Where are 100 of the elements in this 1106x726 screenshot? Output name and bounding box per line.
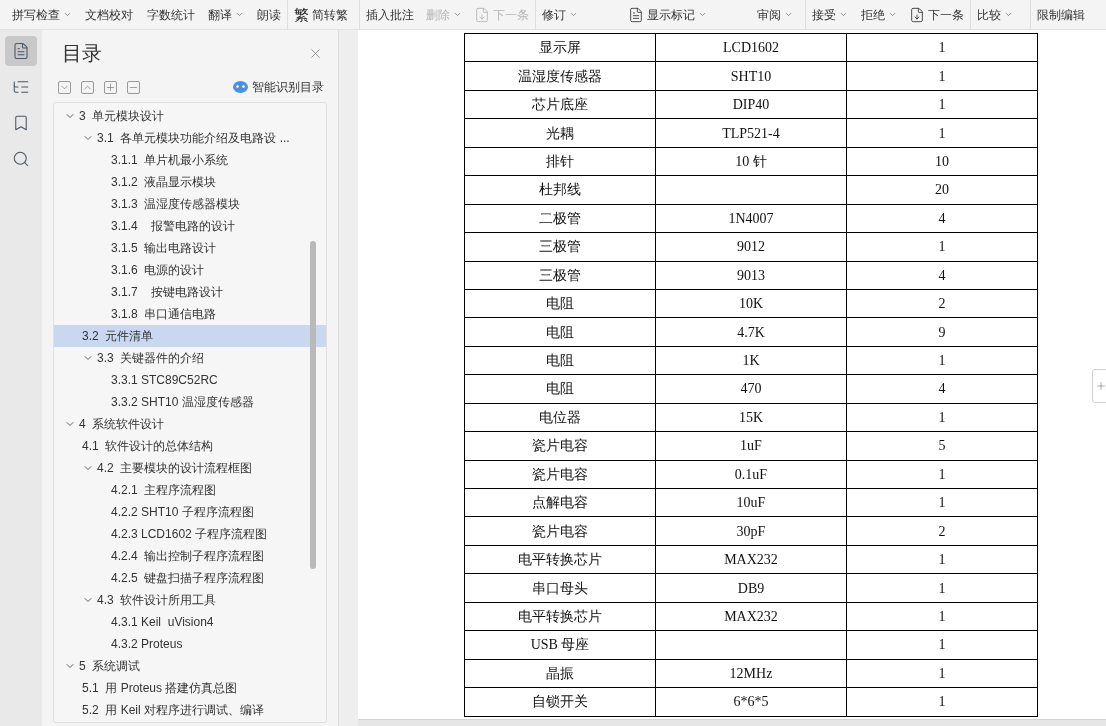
toolbar-button[interactable]: 拼写检查 bbox=[10, 3, 74, 26]
table-cell: 4 bbox=[938, 381, 946, 397]
plus-icon[interactable] bbox=[104, 80, 117, 94]
expand-up-icon[interactable] bbox=[81, 80, 94, 94]
toolbar-button[interactable]: 下一条 bbox=[907, 3, 966, 26]
toolbar-button[interactable]: 字数统计 bbox=[144, 3, 197, 26]
toc-item[interactable]: 3.1 各单元模块功能介绍及电路设 ... bbox=[54, 127, 326, 149]
toc-item[interactable]: 4.2.4 输出控制子程序流程图 bbox=[54, 545, 326, 567]
table-cell: 排针 bbox=[546, 153, 574, 169]
add-icon[interactable] bbox=[1092, 369, 1106, 403]
toc-item[interactable]: 4.3 软件设计所用工具 bbox=[54, 589, 326, 611]
table-cell: 瓷片电容 bbox=[532, 438, 588, 454]
toolbar-button[interactable]: 文档校对 bbox=[83, 3, 136, 26]
table-cell: 4 bbox=[938, 210, 946, 226]
toc-item[interactable]: 4.2.2 SHT10 子程序流程图 bbox=[54, 501, 326, 523]
toc-item[interactable]: 3.1.7 按键电路设计 bbox=[54, 281, 326, 303]
toolbar-button[interactable]: 修订 bbox=[540, 3, 580, 26]
minus-icon[interactable] bbox=[127, 80, 140, 94]
toc-item[interactable]: 4.3.2 Proteus bbox=[54, 633, 326, 655]
table-cell: 电位器 bbox=[539, 409, 581, 425]
bookmark-icon bbox=[12, 114, 30, 132]
toc-item[interactable]: 4.2 主要模块的设计流程框图 bbox=[54, 457, 326, 479]
document-flag-icon bbox=[628, 6, 644, 23]
table-cell: 三极管 bbox=[539, 239, 581, 255]
table-cell: 10 针 bbox=[735, 153, 767, 169]
table-cell: 0.1uF bbox=[734, 466, 768, 482]
table-cell: 20 bbox=[935, 182, 949, 198]
table-cell: MAX232 bbox=[724, 552, 778, 568]
toolbar-button[interactable]: 显示标记 bbox=[626, 3, 709, 26]
glyph-icon: 繁 bbox=[294, 7, 309, 22]
toc-item[interactable]: 3.1.2 液晶显示模块 bbox=[54, 171, 326, 193]
table-cell: 30pF bbox=[736, 523, 766, 539]
table-cell: 1 bbox=[938, 637, 946, 653]
scrollbar-thumb[interactable] bbox=[310, 241, 316, 569]
table-cell: 1 bbox=[938, 40, 946, 56]
table-cell: 温湿度传感器 bbox=[518, 68, 602, 84]
toolbar-button[interactable]: 插入批注 bbox=[364, 3, 416, 26]
document-arrow-icon bbox=[474, 6, 490, 23]
table-cell: 电阻 bbox=[546, 353, 574, 369]
table-cell: 1 bbox=[938, 580, 946, 596]
toolbar-button[interactable]: 接受 bbox=[810, 3, 850, 26]
table-cell: 1K bbox=[742, 353, 760, 369]
collapse-all-icon[interactable] bbox=[58, 80, 71, 94]
table-cell: 1 bbox=[938, 239, 946, 255]
toc-item[interactable]: 3.1.3 温湿度传感器模块 bbox=[54, 193, 326, 215]
table-cell: 6*6*5 bbox=[733, 694, 769, 710]
toc-item[interactable]: 3 单元模块设计 bbox=[54, 105, 326, 127]
table-cell: DB9 bbox=[737, 580, 765, 596]
toc-item[interactable]: 3.1.8 串口通信电路 bbox=[54, 303, 326, 325]
table-cell: 二极管 bbox=[539, 210, 581, 226]
table-cell: 芯片底座 bbox=[532, 97, 588, 113]
toc-item[interactable]: 5.2 用 Keil 对程序进行调试、编译 bbox=[54, 699, 326, 721]
table-cell: 串口母头 bbox=[532, 580, 588, 596]
toc-item[interactable]: 4 系统软件设计 bbox=[54, 413, 326, 435]
table-cell: 9013 bbox=[737, 267, 765, 283]
toc-item[interactable]: 4.3.1 Keil uVision4 bbox=[54, 611, 326, 633]
toolbar-button[interactable]: 审阅 bbox=[755, 3, 795, 26]
outline-icon bbox=[12, 78, 30, 96]
toc-item[interactable]: 4.1 软件设计的总体结构 bbox=[54, 435, 326, 457]
search-icon bbox=[12, 150, 30, 168]
toc-item[interactable]: 3.1.1 单片机最小系统 bbox=[54, 149, 326, 171]
toolbar-button[interactable]: 比较 bbox=[975, 3, 1015, 26]
table-cell: 4.7K bbox=[737, 324, 765, 340]
toolbar-button[interactable]: 拒绝 bbox=[858, 3, 899, 26]
table-cell: TLP521-4 bbox=[722, 125, 780, 141]
toc-item[interactable]: 3.3.1 STC89C52RC bbox=[54, 369, 326, 391]
table-cell: 1 bbox=[938, 125, 946, 141]
toc-item[interactable]: 4.2.1 主程序流程图 bbox=[54, 479, 326, 501]
table-cell: LCD1602 bbox=[723, 40, 779, 56]
toc-item[interactable]: 3.1.5 输出电路设计 bbox=[54, 237, 326, 259]
toc-item[interactable]: 3.3 关键器件的介绍 bbox=[54, 347, 326, 369]
toc-item[interactable]: 5 系统调试 bbox=[54, 655, 326, 677]
table-cell: 光耦 bbox=[546, 125, 574, 141]
rail-tab[interactable] bbox=[5, 36, 37, 66]
toc-item[interactable]: 3.1.4 报警电路的设计 bbox=[54, 215, 326, 237]
toc-item[interactable]: 3.2 元件清单 bbox=[54, 325, 326, 347]
table-cell: 1 bbox=[938, 97, 946, 113]
toc-item[interactable]: 3.1.6 电源的设计 bbox=[54, 259, 326, 281]
toc-item[interactable]: 3.3.2 SHT10 温湿度传感器 bbox=[54, 391, 326, 413]
toolbar-button[interactable]: 限制编辑 bbox=[1035, 3, 1087, 26]
toolbar-button[interactable]: 翻译 bbox=[205, 3, 246, 26]
table-cell: 12MHz bbox=[729, 665, 773, 681]
table-cell: 1uF bbox=[740, 438, 762, 454]
toc-item[interactable]: 5.1 用 Proteus 搭建仿真总图 bbox=[54, 677, 326, 699]
table-cell: 1 bbox=[938, 552, 946, 568]
table-cell: 10 bbox=[935, 153, 949, 169]
table-cell: 5 bbox=[938, 438, 946, 454]
table-cell: 电阻 bbox=[546, 381, 574, 397]
toc-item[interactable]: 4.2.3 LCD1602 子程序流程图 bbox=[54, 523, 326, 545]
table-cell: 1N4007 bbox=[728, 210, 774, 226]
toc-item[interactable]: 4.2.5 键盘扫描子程序流程图 bbox=[54, 567, 326, 589]
toolbar-button[interactable]: 朗读 bbox=[255, 3, 283, 26]
table-cell: 杜邦线 bbox=[539, 182, 581, 198]
toolbar-button[interactable]: 繁 简转繁 bbox=[292, 3, 350, 26]
table-cell: 电阻 bbox=[546, 324, 574, 340]
table-cell: 9 bbox=[938, 324, 946, 340]
table-cell: 电阻 bbox=[546, 296, 574, 312]
smart-toc-button[interactable]: 智能识别目录 bbox=[233, 78, 324, 96]
table-cell: 1 bbox=[938, 68, 946, 84]
table-cell: 470 bbox=[740, 381, 762, 397]
